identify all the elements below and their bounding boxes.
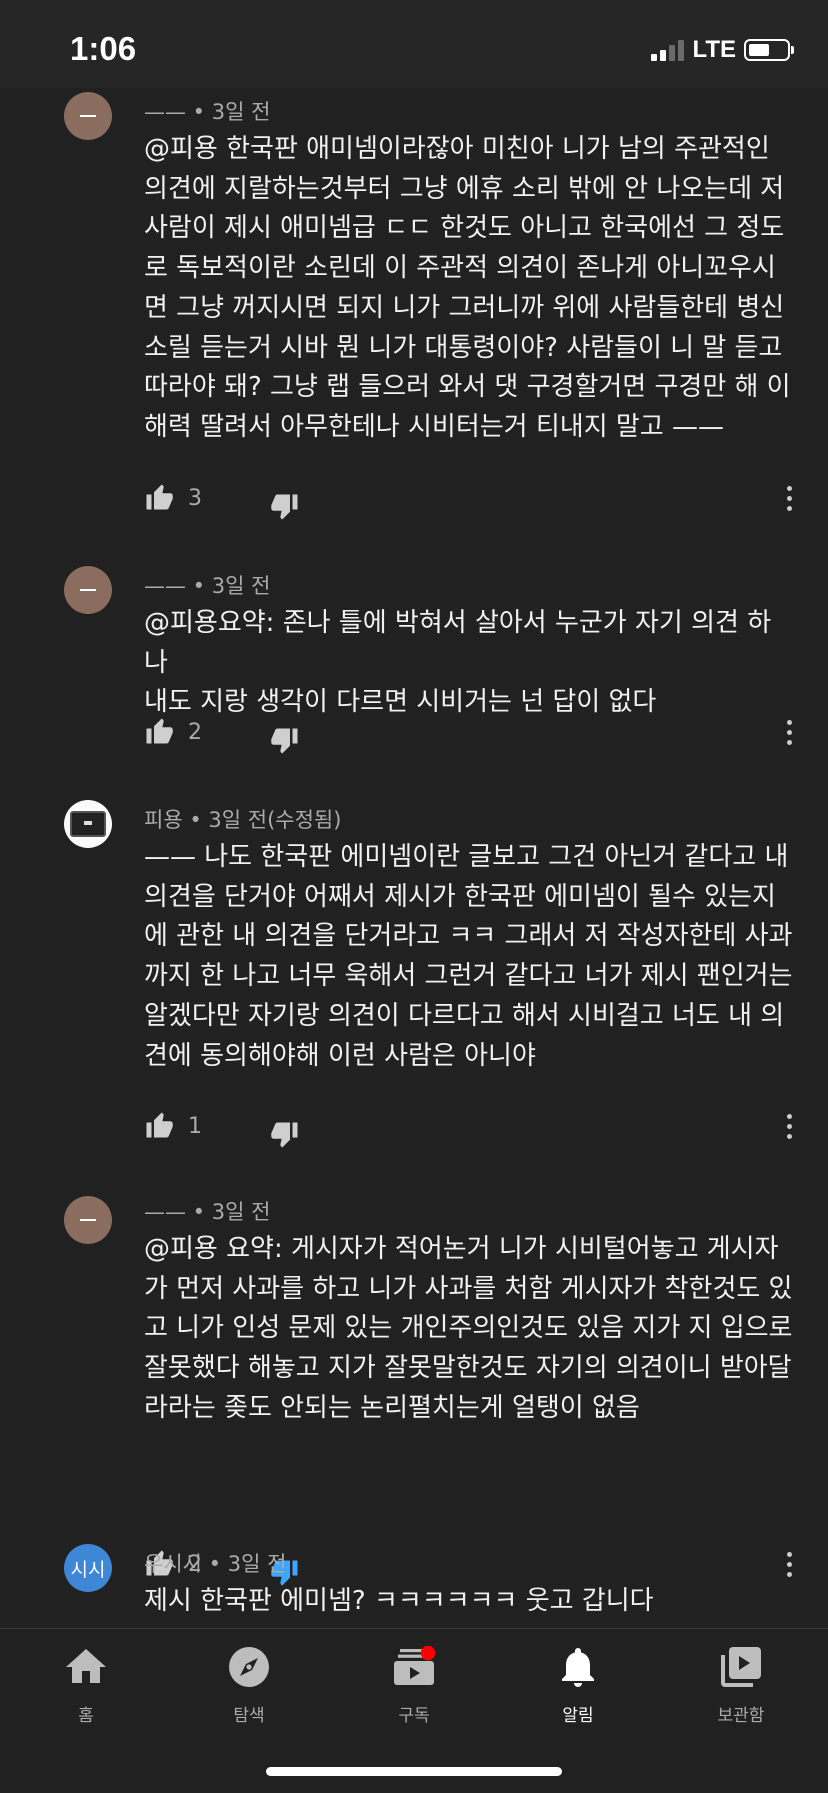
comment-author[interactable]: 피용 bbox=[144, 808, 183, 832]
comment-meta: —— • 3일 전 bbox=[144, 1200, 271, 1224]
like-icon[interactable] bbox=[144, 716, 174, 746]
comment-text: 제시 한국판 에미넴? ㅋㅋㅋㅋㅋㅋ 웃고 갑니다 bbox=[144, 1586, 654, 1616]
home-indicator[interactable] bbox=[266, 1767, 562, 1776]
comment-text: —— 나도 한국판 에미넴이란 글보고 그건 아닌거 같다고 내 의견을 단거야… bbox=[144, 842, 793, 1071]
nav-label: 홈 bbox=[78, 1706, 94, 1726]
like-count: 1 bbox=[188, 1114, 202, 1139]
comment-actions: 3 bbox=[144, 482, 804, 522]
comment-age: 3일 전 bbox=[211, 574, 271, 598]
nav-label: 구독 bbox=[398, 1706, 430, 1726]
dislike-icon[interactable] bbox=[270, 726, 300, 756]
comment-age: 3일 전(수정됨) bbox=[208, 808, 342, 832]
library-icon bbox=[721, 1647, 761, 1687]
subscriptions-icon bbox=[394, 1645, 436, 1685]
like-icon[interactable] bbox=[144, 482, 174, 512]
explore-icon bbox=[229, 1647, 269, 1687]
comment-meta: 우시시 • 3일 전 bbox=[144, 1552, 287, 1576]
nav-explore[interactable]: 탐색 bbox=[189, 1643, 309, 1726]
battery-icon bbox=[744, 39, 794, 61]
comment-list[interactable]: —— • 3일 전 @피용 한국판 애미넴이라잖아 미친아 니가 남의 주관적인… bbox=[0, 88, 828, 1628]
avatar[interactable] bbox=[64, 92, 112, 140]
comment-text: @피용 한국판 애미넴이라잖아 미친아 니가 남의 주관적인 의견에 지랄하는것… bbox=[144, 134, 791, 442]
signal-icon bbox=[651, 39, 685, 61]
comment-meta: —— • 3일 전 bbox=[144, 574, 271, 598]
bell-icon bbox=[562, 1648, 594, 1687]
nav-label: 보관함 bbox=[717, 1706, 765, 1726]
comment-actions: 1 bbox=[144, 1110, 804, 1150]
comment-text: @피용 요약: 게시자가 적어논거 니가 시비털어놓고 게시자 가 먼저 사과를… bbox=[144, 1234, 793, 1423]
network-label: LTE bbox=[692, 36, 736, 63]
status-time: 1:06 bbox=[70, 30, 137, 67]
nav-library[interactable]: 보관함 bbox=[681, 1643, 801, 1726]
avatar[interactable]: 시시 bbox=[64, 1544, 112, 1592]
nav-label: 알림 bbox=[562, 1706, 594, 1726]
comment-author[interactable]: —— bbox=[144, 574, 186, 598]
comment-meta: 피용 • 3일 전(수정됨) bbox=[144, 808, 342, 832]
nav-label: 탐색 bbox=[233, 1706, 265, 1726]
like-count: 3 bbox=[188, 486, 202, 511]
avatar[interactable] bbox=[64, 800, 112, 848]
comment-age: 3일 전 bbox=[227, 1552, 287, 1576]
status-bar: 1:06 LTE bbox=[0, 0, 828, 88]
comment-age: 3일 전 bbox=[211, 100, 271, 124]
nav-home[interactable]: 홈 bbox=[26, 1643, 146, 1726]
more-options-icon[interactable] bbox=[786, 1114, 794, 1142]
status-indicators: LTE bbox=[651, 36, 794, 64]
like-icon[interactable] bbox=[144, 1110, 174, 1140]
avatar[interactable] bbox=[64, 1196, 112, 1244]
more-options-icon[interactable] bbox=[786, 720, 794, 748]
comment-author[interactable]: 우시시 bbox=[144, 1552, 202, 1576]
dislike-icon[interactable] bbox=[270, 1120, 300, 1150]
comment-actions: 2 bbox=[144, 716, 804, 756]
nav-subscriptions[interactable]: 구독 bbox=[354, 1643, 474, 1726]
comment-author[interactable]: —— bbox=[144, 100, 186, 124]
comment-text: @피용요약: 존나 틀에 박혀서 살아서 누군가 자기 의견 하나 내도 지랑 … bbox=[144, 608, 772, 718]
nav-notifications[interactable]: 알림 bbox=[518, 1643, 638, 1726]
comment-age: 3일 전 bbox=[211, 1200, 271, 1224]
more-options-icon[interactable] bbox=[786, 1552, 794, 1580]
avatar[interactable] bbox=[64, 566, 112, 614]
comment-meta: —— • 3일 전 bbox=[144, 100, 271, 124]
comment-author[interactable]: —— bbox=[144, 1200, 186, 1224]
home-icon bbox=[66, 1649, 106, 1683]
dislike-icon[interactable] bbox=[270, 492, 300, 522]
like-count: 2 bbox=[188, 720, 202, 745]
more-options-icon[interactable] bbox=[786, 486, 794, 514]
